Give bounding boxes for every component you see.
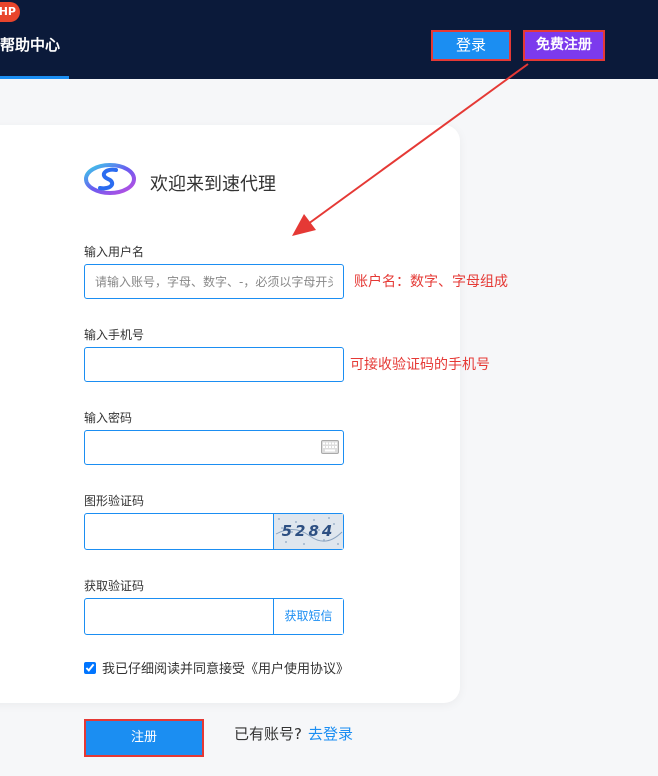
phone-label: 输入手机号 xyxy=(84,328,145,342)
nav-item-help-center[interactable]: 帮助中心 xyxy=(0,34,60,55)
sms-code-input[interactable] xyxy=(85,599,275,634)
agreement-text[interactable]: 我已仔细阅读并同意接受《用户使用协议》 xyxy=(102,658,349,677)
go-login-link[interactable]: 去登录 xyxy=(308,725,353,743)
username-label: 输入用户名 xyxy=(84,245,145,259)
sms-code-label: 获取验证码 xyxy=(84,579,145,593)
username-input[interactable] xyxy=(85,265,343,298)
captcha-input[interactable] xyxy=(85,514,275,549)
agreement-checkbox[interactable] xyxy=(84,661,96,674)
captcha-image[interactable]: 5284 xyxy=(273,514,343,549)
password-field[interactable] xyxy=(84,430,344,465)
password-label: 输入密码 xyxy=(84,411,133,425)
password-input[interactable] xyxy=(85,431,343,464)
nav-active-underline xyxy=(0,76,69,79)
captcha-field[interactable]: 5284 xyxy=(84,513,344,550)
phone-annotation: 可接收验证码的手机号 xyxy=(350,357,490,373)
brand-logo-icon xyxy=(84,163,136,195)
captcha-text: 5284 xyxy=(281,522,336,540)
username-annotation: 账户名：数字、字母组成 xyxy=(354,274,508,290)
keyboard-icon[interactable] xyxy=(321,440,339,454)
have-account-prompt: 已有账号? 去登录 xyxy=(234,723,353,744)
agreement-row: 我已仔细阅读并同意接受《用户使用协议》 xyxy=(84,658,349,677)
get-sms-button[interactable]: 获取短信 xyxy=(273,599,343,634)
register-submit-button[interactable]: 注册 xyxy=(84,719,204,757)
header-free-register-button[interactable]: 免费注册 xyxy=(523,30,605,61)
username-field[interactable] xyxy=(84,264,344,299)
top-navigation-bar: HP 帮助中心 登录 免费注册 xyxy=(0,0,658,79)
header-login-button[interactable]: 登录 xyxy=(431,30,511,61)
hot-badge: HP xyxy=(0,2,20,22)
have-account-text: 已有账号? xyxy=(234,725,302,743)
captcha-label: 图形验证码 xyxy=(84,494,145,508)
phone-input[interactable] xyxy=(85,348,343,381)
sms-code-field[interactable]: 获取短信 xyxy=(84,598,344,635)
phone-field[interactable] xyxy=(84,347,344,382)
welcome-title: 欢迎来到速代理 xyxy=(150,174,276,195)
